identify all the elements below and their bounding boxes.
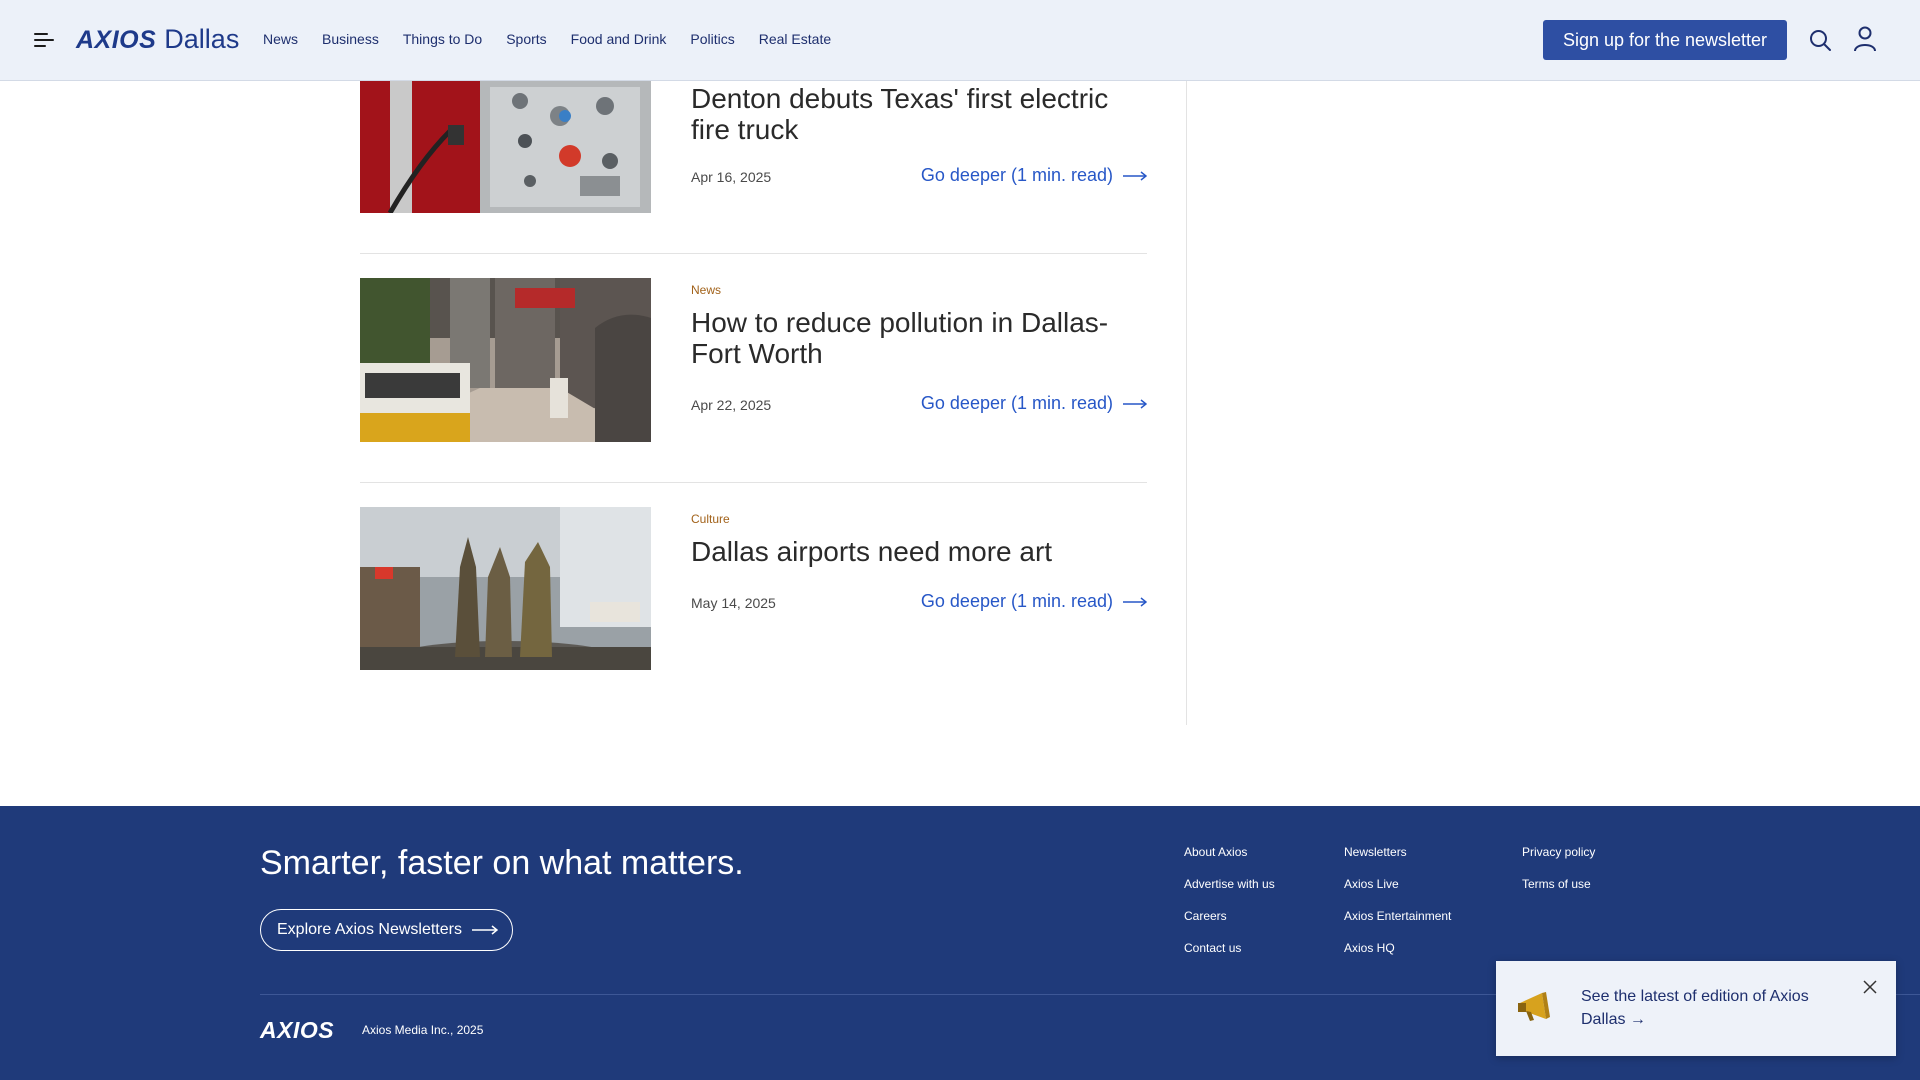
footer-link-entertainment[interactable]: Axios Entertainment bbox=[1344, 908, 1451, 940]
user-icon[interactable] bbox=[1853, 26, 1877, 52]
site-header: AXIOS Dallas News Business Things to Do … bbox=[0, 0, 1920, 81]
article-kicker[interactable]: Culture bbox=[691, 512, 1147, 526]
latest-edition-toast: See the latest of edition of Axios Dalla… bbox=[1496, 961, 1896, 1056]
footer-link-careers[interactable]: Careers bbox=[1184, 908, 1275, 940]
search-icon[interactable] bbox=[1808, 28, 1832, 52]
go-deeper-label: Go deeper (1 min. read) bbox=[920, 393, 1113, 413]
article-kicker[interactable]: News bbox=[691, 283, 1147, 297]
nav-item-food-and-drink[interactable]: Food and Drink bbox=[571, 31, 667, 47]
arrow-right-icon bbox=[1123, 170, 1147, 181]
article-body: Denton debuts Texas' first electric fire… bbox=[691, 81, 1147, 145]
article-date: Apr 16, 2025 bbox=[691, 169, 772, 185]
footer-link-contact[interactable]: Contact us bbox=[1184, 940, 1275, 972]
arrow-right-icon bbox=[1123, 398, 1147, 409]
article-image-fire-truck[interactable] bbox=[360, 81, 651, 213]
article-date: Apr 22, 2025 bbox=[691, 397, 772, 413]
article-title[interactable]: How to reduce pollution in Dallas-Fort W… bbox=[691, 307, 1147, 369]
main-nav: News Business Things to Do Sports Food a… bbox=[263, 31, 855, 47]
column-divider bbox=[1186, 81, 1187, 725]
article-body: News How to reduce pollution in Dallas-F… bbox=[691, 278, 1147, 369]
article-card: News How to reduce pollution in Dallas-F… bbox=[360, 278, 1147, 442]
logo-city: Dallas bbox=[164, 24, 240, 54]
footer-link-axios-hq[interactable]: Axios HQ bbox=[1344, 940, 1451, 972]
footer-links-company: About Axios Advertise with us Careers Co… bbox=[1184, 844, 1275, 972]
arrow-right-icon bbox=[1123, 596, 1147, 607]
footer-links-products: Newsletters Axios Live Axios Entertainme… bbox=[1344, 844, 1451, 972]
footer-link-about[interactable]: About Axios bbox=[1184, 844, 1275, 876]
footer-link-terms[interactable]: Terms of use bbox=[1522, 876, 1595, 908]
footer-links-legal: Privacy policy Terms of use bbox=[1522, 844, 1595, 908]
footer-link-privacy[interactable]: Privacy policy bbox=[1522, 844, 1595, 876]
nav-item-business[interactable]: Business bbox=[322, 31, 379, 47]
explore-newsletters-label: Explore Axios Newsletters bbox=[277, 921, 462, 938]
nav-item-real-estate[interactable]: Real Estate bbox=[759, 31, 831, 47]
footer-link-advertise[interactable]: Advertise with us bbox=[1184, 876, 1275, 908]
article-card: Denton debuts Texas' first electric fire… bbox=[360, 81, 1147, 213]
nav-item-politics[interactable]: Politics bbox=[690, 31, 734, 47]
article-date: May 14, 2025 bbox=[691, 595, 776, 611]
logo-brand: AXIOS bbox=[76, 26, 157, 54]
go-deeper-label: Go deeper (1 min. read) bbox=[920, 591, 1113, 611]
article-title[interactable]: Dallas airports need more art bbox=[691, 536, 1147, 567]
go-deeper-link[interactable]: Go deeper (1 min. read) bbox=[921, 165, 1147, 186]
article-title[interactable]: Denton debuts Texas' first electric fire… bbox=[691, 83, 1147, 145]
article-body: Culture Dallas airports need more art bbox=[691, 507, 1147, 567]
hamburger-icon[interactable] bbox=[34, 31, 54, 47]
site-logo[interactable]: AXIOS Dallas bbox=[76, 24, 239, 55]
arrow-right-icon bbox=[471, 925, 498, 935]
go-deeper-link[interactable]: Go deeper (1 min. read) bbox=[921, 393, 1147, 414]
newsletter-signup-button[interactable]: Sign up for the newsletter bbox=[1543, 20, 1787, 60]
toast-message[interactable]: See the latest of edition of Axios Dalla… bbox=[1581, 985, 1841, 1031]
footer-link-axios-live[interactable]: Axios Live bbox=[1344, 876, 1451, 908]
footer-logo[interactable]: AXIOS bbox=[260, 1017, 334, 1044]
article-divider bbox=[360, 253, 1147, 254]
nav-item-sports[interactable]: Sports bbox=[506, 31, 546, 47]
megaphone-icon bbox=[1518, 992, 1550, 1021]
nav-item-things-to-do[interactable]: Things to Do bbox=[403, 31, 482, 47]
article-image-dallas-street[interactable] bbox=[360, 278, 651, 442]
article-card: Culture Dallas airports need more art Ma… bbox=[360, 507, 1147, 670]
nav-item-news[interactable]: News bbox=[263, 31, 298, 47]
article-divider bbox=[360, 482, 1147, 483]
go-deeper-label: Go deeper (1 min. read) bbox=[920, 165, 1113, 185]
article-image-airport-art[interactable] bbox=[360, 507, 651, 670]
go-deeper-link[interactable]: Go deeper (1 min. read) bbox=[921, 591, 1147, 612]
explore-newsletters-button[interactable]: Explore Axios Newsletters bbox=[260, 909, 513, 951]
footer-link-newsletters[interactable]: Newsletters bbox=[1344, 844, 1451, 876]
close-icon[interactable] bbox=[1862, 979, 1878, 995]
footer-tagline: Smarter, faster on what matters. bbox=[260, 844, 744, 882]
footer-copyright: Axios Media Inc., 2025 bbox=[362, 1023, 484, 1037]
